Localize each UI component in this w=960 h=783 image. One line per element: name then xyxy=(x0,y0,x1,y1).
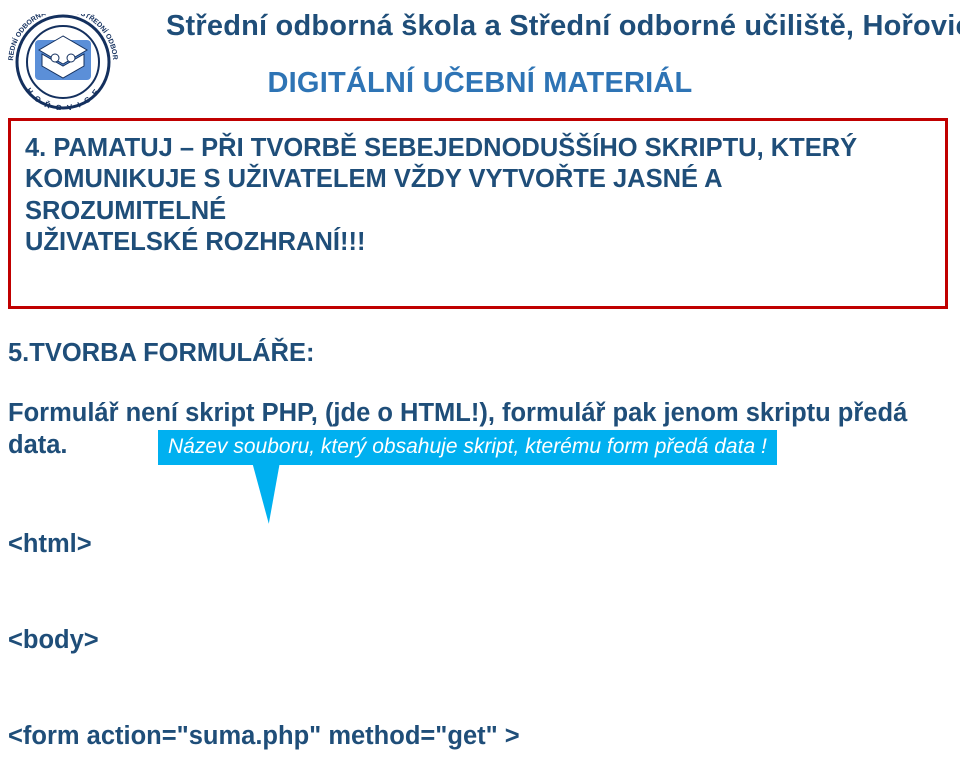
code-line-2: <body> xyxy=(8,625,956,657)
callout-line-1: 4. PAMATUJ – PŘI TVORBĚ SEBEJEDNODUŠŠÍHO… xyxy=(25,134,857,162)
header: STŘEDNÍ ODBORNÁ ŠKOLA A STŘEDNÍ ODBORNÉ … xyxy=(4,10,956,100)
school-crest-icon: STŘEDNÍ ODBORNÁ ŠKOLA A STŘEDNÍ ODBORNÉ … xyxy=(8,14,118,110)
annotation-callout: Název souboru, který obsahuje skript, kt… xyxy=(158,430,777,465)
code-block: <html> <body> <form action="suma.php" me… xyxy=(8,466,956,783)
callout-line-3: UŽIVATELSKÉ ROZHRANÍ!!! xyxy=(25,228,365,256)
section-desc-line-1: Formulář není skript PHP, (jde o HTML!),… xyxy=(8,398,956,430)
callout-box: 4. PAMATUJ – PŘI TVORBĚ SEBEJEDNODUŠŠÍHO… xyxy=(8,118,948,308)
code-line-3: <form action="suma.php" method="get" > xyxy=(8,721,956,753)
callout-line-2: KOMUNIKUJE S UŽIVATELEM VŽDY VYTVOŘTE JA… xyxy=(25,165,722,224)
institution-title: Střední odborná škola a Střední odborné … xyxy=(166,10,956,43)
section-description: Formulář není skript PHP, (jde o HTML!),… xyxy=(8,398,956,462)
code-line-1: <html> xyxy=(8,529,956,561)
document-subtitle: DIGITÁLNÍ UČEBNÍ MATERIÁL xyxy=(4,67,956,100)
section-heading: 5.TVORBA FORMULÁŘE: xyxy=(8,339,956,368)
document-page: STŘEDNÍ ODBORNÁ ŠKOLA A STŘEDNÍ ODBORNÉ … xyxy=(0,0,960,783)
callout-text: 4. PAMATUJ – PŘI TVORBĚ SEBEJEDNODUŠŠÍHO… xyxy=(25,133,929,257)
